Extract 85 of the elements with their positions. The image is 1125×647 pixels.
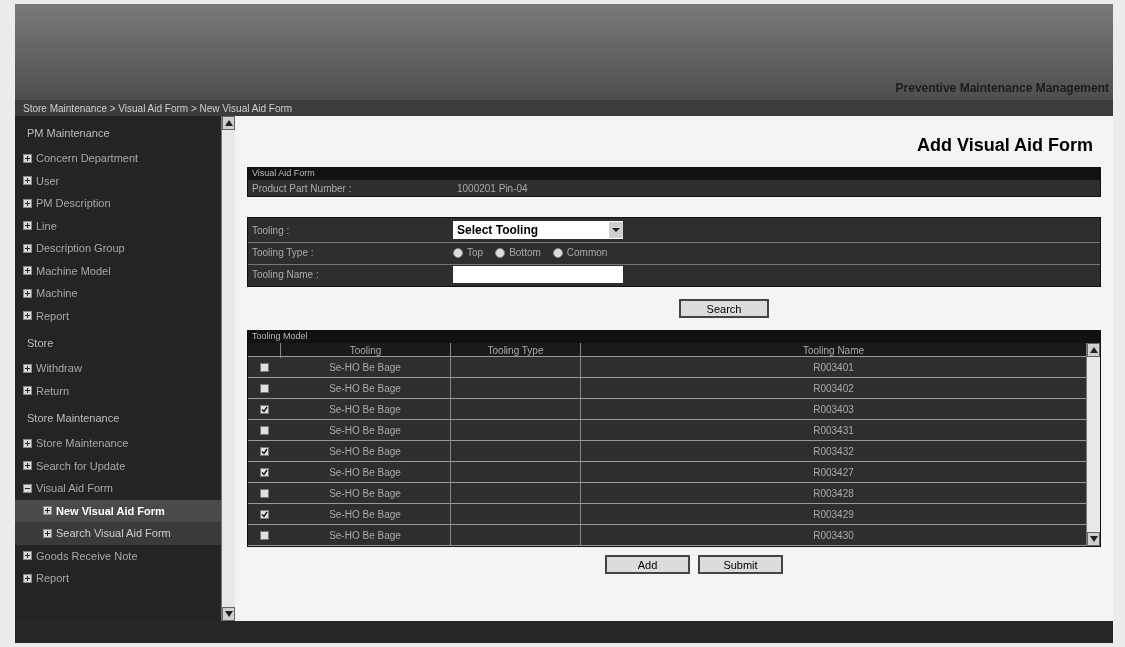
table-cell-text: Se-HO Be Bage: [328, 360, 402, 375]
plus-icon: [23, 221, 32, 231]
row-checkbox[interactable]: [259, 509, 269, 519]
plus-icon: [23, 198, 32, 208]
table-cell-text: Se-HO Be Bage: [328, 465, 402, 480]
check-icon: [260, 405, 268, 413]
action-button[interactable]: Add: [605, 555, 690, 574]
sidebar-item[interactable]: Visual Aid Form: [15, 477, 221, 500]
up-arrow-icon[interactable]: [224, 120, 233, 126]
row-checkbox[interactable]: [259, 362, 269, 372]
row-checkbox[interactable]: [259, 530, 269, 540]
plus-icon: [23, 573, 32, 583]
row-checkbox[interactable]: [259, 488, 269, 498]
column-header: Tooling: [280, 343, 450, 358]
sidebar-item[interactable]: Goods Receive Note: [15, 544, 221, 567]
sidebar-item[interactable]: Search Visual Aid Form: [15, 522, 221, 545]
plus-icon: [23, 311, 32, 321]
row-checkbox[interactable]: [259, 404, 269, 414]
plus-icon: [23, 363, 32, 373]
sidebar-item[interactable]: Report: [15, 304, 221, 327]
plus-icon: [23, 243, 32, 253]
plus-icon: [43, 528, 52, 538]
table-cell-text: Se-HO Be Bage: [328, 444, 402, 459]
sidebar-item[interactable]: Concern Department: [15, 147, 221, 170]
check-icon: [260, 447, 268, 455]
action-button[interactable]: Submit: [698, 555, 783, 574]
field-label: Tooling :: [251, 223, 291, 238]
plus-icon: [23, 461, 32, 471]
row-checkbox[interactable]: [259, 383, 269, 393]
check-icon: [260, 468, 268, 476]
tooling-dropdown[interactable]: Select Tooling: [453, 221, 623, 239]
table-cell-text: Se-HO Be Bage: [328, 486, 402, 501]
plus-icon: [23, 438, 32, 448]
sidebar-item[interactable]: Withdraw: [15, 357, 221, 380]
table-cell-text: Se-HO Be Bage: [328, 507, 402, 522]
sidebar-item[interactable]: Description Group: [15, 237, 221, 260]
row-checkbox[interactable]: [259, 467, 269, 477]
table-cell-text: Se-HO Be Bage: [328, 381, 402, 396]
field-label: Tooling Name :: [251, 268, 320, 282]
plus-icon: [23, 153, 32, 163]
sidebar-item[interactable]: User: [15, 169, 221, 192]
sidebar-item[interactable]: PM Description: [15, 192, 221, 215]
plus-icon: [23, 386, 32, 396]
sidebar-item[interactable]: Return: [15, 379, 221, 402]
down-arrow-icon[interactable]: [1089, 536, 1098, 542]
plus-icon: [23, 551, 32, 561]
minus-icon: [23, 483, 32, 493]
sidebar-item[interactable]: Store Maintenance: [15, 432, 221, 455]
row-checkbox[interactable]: [259, 446, 269, 456]
row-checkbox[interactable]: [259, 425, 269, 435]
tooling-name-field[interactable]: [453, 266, 623, 283]
field-label: Tooling Type :: [251, 246, 315, 260]
sidebar-item[interactable]: Machine: [15, 282, 221, 305]
sidebar-item[interactable]: Machine Model: [15, 259, 221, 282]
plus-icon: [23, 266, 32, 276]
down-arrow-icon[interactable]: [224, 611, 233, 617]
page-title: Add Visual Aid Form: [916, 134, 1093, 157]
sidebar-heading: PM Maintenance: [27, 127, 110, 139]
sidebar-heading: Store Maintenance: [27, 412, 120, 424]
sidebar-item[interactable]: Search for Update: [15, 454, 221, 477]
plus-icon: [23, 176, 32, 186]
scrollbar[interactable]: [221, 116, 235, 621]
section-title: Visual Aid Form: [252, 167, 315, 181]
column-header: Tooling Type: [450, 343, 580, 358]
table-title: Tooling Model: [252, 330, 308, 344]
sidebar-heading: Store: [27, 337, 54, 349]
table-cell-text: Se-HO Be Bage: [328, 528, 402, 543]
check-icon: [260, 510, 268, 518]
radio-option[interactable]: Common: [552, 245, 608, 260]
table-cell-text: Se-HO Be Bage: [328, 423, 402, 438]
sidebar-item[interactable]: New Visual Aid Form: [15, 499, 221, 522]
radio-option[interactable]: Top: [453, 245, 484, 260]
breadcrumb: Store Maintenance > Visual Aid Form > New Visual Aid Form: [23, 101, 293, 116]
scrollbar[interactable]: [1086, 343, 1100, 546]
plus-icon: [43, 506, 52, 516]
field-label: Product Part Number :: [251, 181, 353, 196]
field-value: 1000201 Pin-04: [456, 181, 529, 196]
app-title: Preventive Maintenance Management: [895, 80, 1109, 97]
sidebar-item[interactable]: Line: [15, 214, 221, 237]
search-button[interactable]: Search: [679, 299, 769, 318]
plus-icon: [23, 288, 32, 298]
up-arrow-icon[interactable]: [1089, 347, 1098, 353]
sidebar-item[interactable]: Report: [15, 567, 221, 590]
radio-option[interactable]: Bottom: [495, 245, 541, 260]
table-cell-text: Se-HO Be Bage: [328, 402, 402, 417]
